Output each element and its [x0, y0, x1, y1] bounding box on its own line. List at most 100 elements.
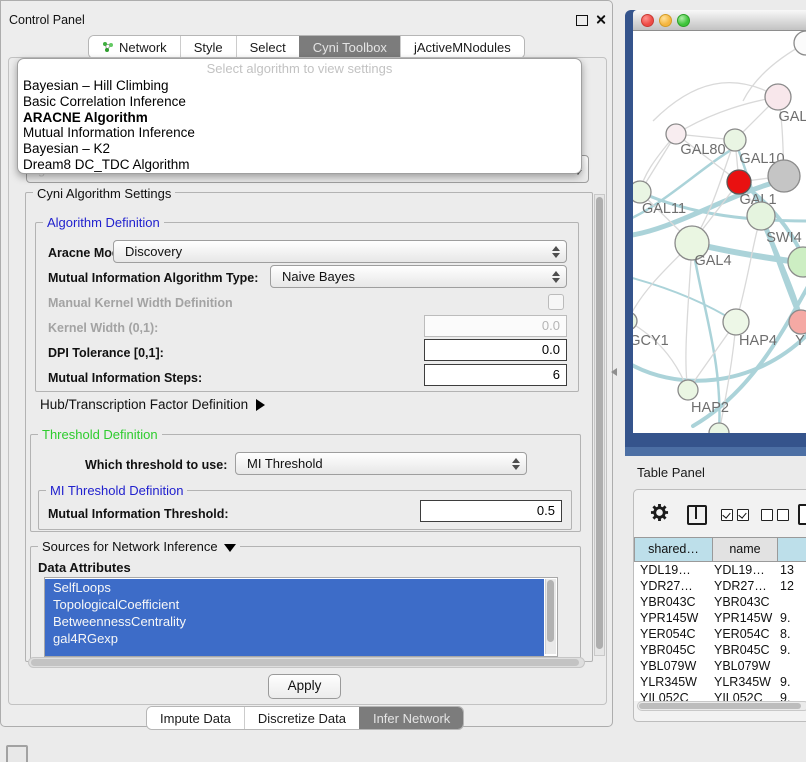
network-node-gal11[interactable] [633, 181, 651, 203]
table-body: YDL19…YDL19…13YDR27…YDR27…12YBR043CYBR04… [634, 562, 806, 701]
unchecked-checkbox-icon[interactable] [777, 509, 789, 521]
table-row[interactable]: YDR27…YDR27…12 [634, 578, 806, 594]
network-canvas[interactable]: GALGAL80GAL10GAL1GAL11SWI4GAL4GCY1HAP4YH… [633, 31, 806, 433]
float-window-icon[interactable] [576, 15, 588, 26]
table-cell: YLR345W [714, 675, 771, 689]
algorithm-option-mutual-information-inference[interactable]: Mutual Information Inference [23, 125, 581, 141]
table-cell: YBL079W [714, 659, 770, 673]
attribute-item-selfloops[interactable]: SelfLoops [45, 579, 544, 596]
which-threshold-select[interactable]: MI Threshold [235, 452, 527, 475]
network-node[interactable] [709, 423, 729, 433]
table-row[interactable]: YPR145WYPR145W9. [634, 610, 806, 626]
close-icon[interactable] [595, 14, 606, 25]
node-label: GCY1 [633, 333, 669, 349]
checked-checkbox-icon[interactable] [737, 509, 749, 521]
tab-network[interactable]: Network [89, 36, 180, 58]
table-row[interactable]: YDL19…YDL19…13 [634, 562, 806, 578]
tab-label: Select [250, 40, 286, 55]
network-node-gal10[interactable] [724, 129, 746, 151]
mi-steps-field[interactable]: 6 [424, 364, 567, 386]
manual-kernel-checkbox[interactable] [548, 294, 564, 310]
collapse-down-icon [224, 544, 236, 552]
tab-label: Discretize Data [258, 711, 346, 726]
column-header-shared[interactable]: shared… [634, 537, 713, 562]
table-cell: YDR27… [714, 579, 767, 593]
mi-type-label: Mutual Information Algorithm Type: [48, 271, 258, 285]
network-window-titlebar[interactable] [633, 10, 806, 31]
hub-definition-toggle[interactable]: Hub/Transcription Factor Definition [40, 397, 265, 412]
table-cell: YDL19… [714, 563, 765, 577]
mi-type-select[interactable]: Naive Bayes [270, 265, 567, 288]
settings-vscrollbar[interactable] [594, 194, 605, 656]
zoom-traffic-light-icon[interactable] [677, 14, 690, 27]
network-node-swi4[interactable] [747, 202, 775, 230]
network-node-hap4[interactable] [723, 309, 749, 335]
network-node-y[interactable] [789, 310, 806, 334]
table-row[interactable]: YBR043CYBR043C [634, 594, 806, 610]
minimize-traffic-light-icon[interactable] [659, 14, 672, 27]
tab-label: Cyni Toolbox [313, 40, 387, 55]
table-hscrollbar[interactable] [637, 701, 806, 711]
network-node[interactable] [788, 247, 806, 277]
table-row[interactable]: YBR045CYBR045C9. [634, 642, 806, 658]
document-icon[interactable] [798, 504, 806, 525]
network-node-gal[interactable] [765, 84, 791, 110]
network-node-hap2[interactable] [678, 380, 698, 400]
tab-discretize-data[interactable]: Discretize Data [244, 707, 359, 729]
tab-cyni-toolbox[interactable]: Cyni Toolbox [299, 36, 400, 58]
algorithm-option-basic-correlation-inference[interactable]: Basic Correlation Inference [23, 94, 581, 110]
attribute-item-gal4rgexp[interactable]: gal4RGexp [45, 630, 544, 647]
algorithm-option-bayesian-k2[interactable]: Bayesian – K2 [23, 141, 581, 157]
hub-definition-label: Hub/Transcription Factor Definition [40, 397, 248, 412]
table-cell: 9. [780, 611, 790, 625]
attribute-item-betweennesscentrality[interactable]: BetweennessCentrality [45, 613, 544, 630]
split-columns-icon[interactable] [687, 505, 707, 525]
network-node-gcy1[interactable] [633, 312, 637, 330]
column-header-name[interactable]: name [712, 537, 778, 562]
tab-select[interactable]: Select [236, 36, 299, 58]
tab-impute-data[interactable]: Impute Data [147, 707, 244, 729]
network-node-gal1[interactable] [727, 170, 751, 194]
table-panel-title: Table Panel [637, 465, 705, 480]
close-traffic-light-icon[interactable] [641, 14, 654, 27]
tab-jactivemnodules[interactable]: jActiveMNodules [400, 36, 524, 58]
checked-checkbox-icon[interactable] [721, 509, 733, 521]
node-label: GAL4 [694, 253, 731, 269]
splitter-handle-icon[interactable] [611, 368, 617, 376]
table-row[interactable]: YBL079WYBL079W [634, 658, 806, 674]
column-header-partial[interactable] [777, 537, 806, 562]
network-node[interactable] [794, 31, 806, 55]
attribute-item-topologicalcoefficient[interactable]: TopologicalCoefficient [45, 596, 544, 613]
tab-style[interactable]: Style [180, 36, 236, 58]
data-attributes-list[interactable]: SelfLoopsTopologicalCoefficientBetweenne… [44, 577, 558, 657]
network-node[interactable] [768, 160, 800, 192]
dpi-tolerance-field[interactable]: 0.0 [424, 339, 567, 361]
algorithm-option-aracne-algorithm[interactable]: ARACNE Algorithm [23, 110, 581, 126]
table-row[interactable]: YIL052CYIL052C9. [634, 690, 806, 701]
table-cell: YDR27… [640, 579, 693, 593]
algorithm-option-bayesian-hill-climbing[interactable]: Bayesian – Hill Climbing [23, 78, 581, 94]
tab-infer-network[interactable]: Infer Network [359, 707, 463, 729]
collapsed-panel-icon[interactable] [6, 745, 28, 762]
threshold-definition-legend: Threshold Definition [38, 427, 162, 442]
table-cell: YBR045C [640, 643, 696, 657]
mi-threshold-field[interactable]: 0.5 [420, 500, 562, 522]
table-cell: 9. [780, 643, 790, 657]
table-row[interactable]: YER054CYER054C8. [634, 626, 806, 642]
which-threshold-label: Which threshold to use: [85, 458, 227, 472]
sources-legend[interactable]: Sources for Network Inference [38, 539, 240, 554]
attributes-scrollbar[interactable] [545, 579, 556, 654]
kernel-width-label: Kernel Width (0,1): [48, 321, 158, 335]
network-node-gal80[interactable] [666, 124, 686, 144]
algorithm-list: Bayesian – Hill ClimbingBasic Correlatio… [18, 78, 581, 173]
kernel-width-field[interactable]: 0.0 [424, 315, 567, 337]
settings-hscrollbar[interactable] [28, 657, 585, 668]
aracne-mode-select[interactable]: Discovery [113, 240, 567, 263]
apply-button[interactable]: Apply [268, 674, 341, 699]
table-row[interactable]: YLR345WYLR345W9. [634, 674, 806, 690]
algorithm-option-dream8-dc-tdc-algorithm[interactable]: Dream8 DC_TDC Algorithm [23, 157, 581, 173]
gear-icon[interactable] [650, 503, 669, 522]
unchecked-checkbox-icon[interactable] [761, 509, 773, 521]
tab-label: jActiveMNodules [414, 40, 511, 55]
table-cell: 8. [780, 627, 790, 641]
